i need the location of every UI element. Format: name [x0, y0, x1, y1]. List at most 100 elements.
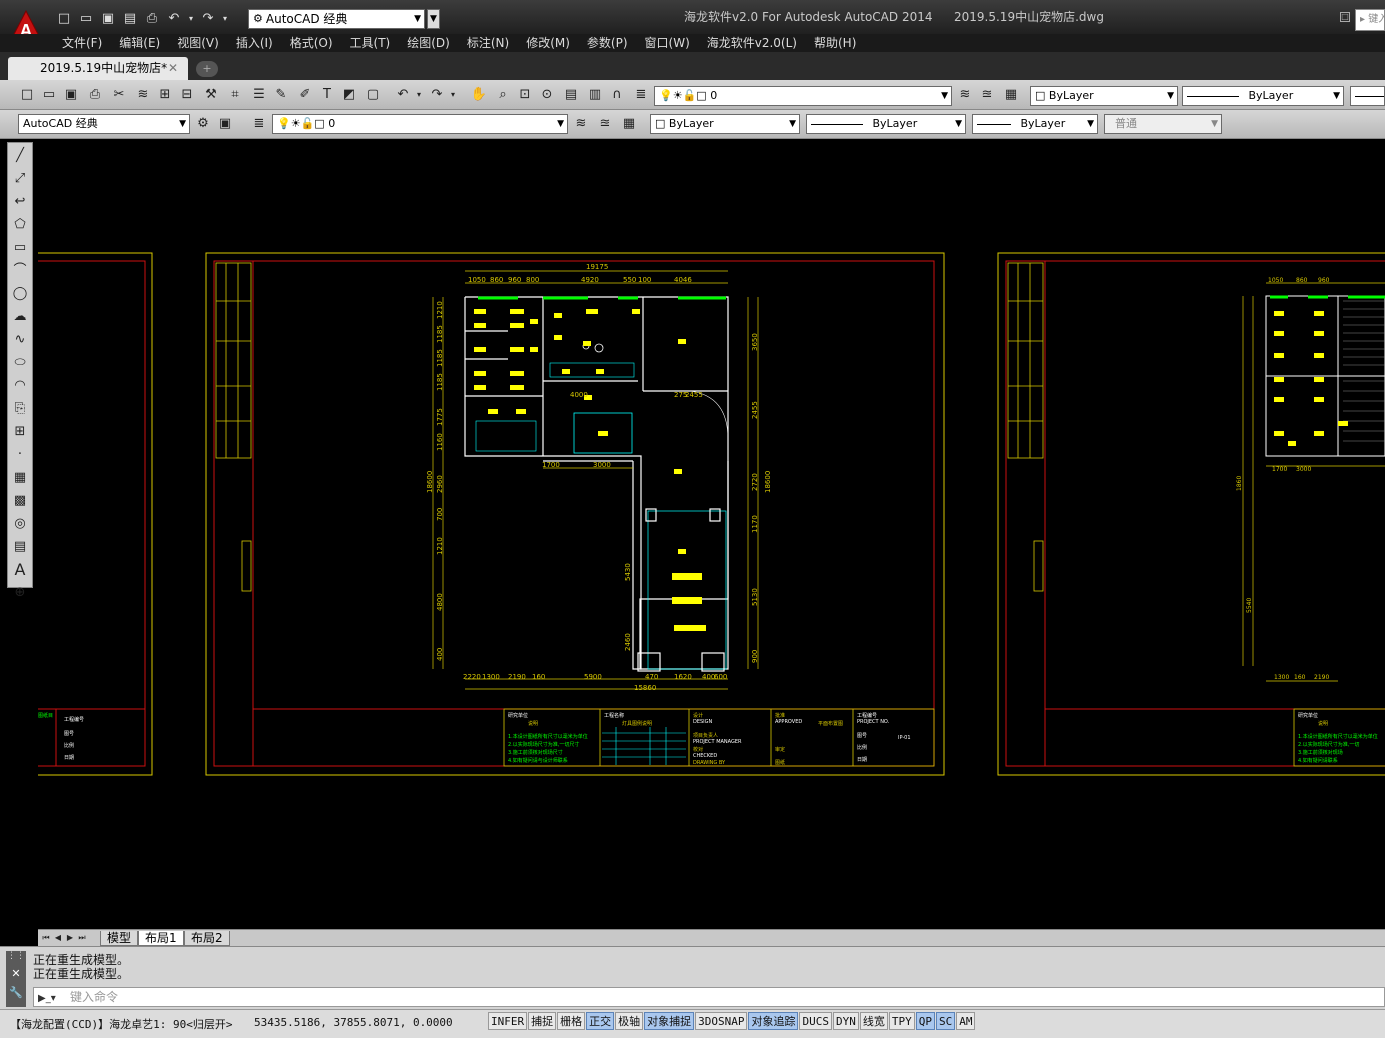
ellipse-icon[interactable]: ⬭ — [11, 354, 29, 372]
layer-properties-icon[interactable]: ≣ — [250, 115, 268, 133]
menu-item[interactable]: 工具(T) — [350, 34, 391, 52]
redo-dropdown-icon[interactable]: ▾ — [220, 8, 230, 28]
status-toggle[interactable]: 栅格 — [557, 1012, 586, 1030]
linetype-combo[interactable]: ByLayer ▼ — [1182, 86, 1344, 106]
cut-icon[interactable]: ✂ — [110, 86, 128, 104]
coordinate-readout[interactable]: 53435.5186, 37855.8071, 0.0000 — [254, 1016, 453, 1029]
color-combo[interactable]: □ ByLayer ▼ — [1030, 86, 1178, 106]
list-icon[interactable]: ☰ — [250, 86, 268, 104]
menu-item[interactable]: 窗口(W) — [645, 34, 690, 52]
menu-item[interactable]: 绘图(D) — [407, 34, 450, 52]
layer-state-icon[interactable]: ▦ — [620, 115, 638, 133]
command-prompt-icon[interactable]: ▶_▾ — [38, 990, 56, 1008]
customize-qat-button[interactable]: ▼ — [427, 9, 440, 29]
menu-item[interactable]: 参数(P) — [587, 34, 628, 52]
linetype-combo-2[interactable]: ByLayer ▼ — [806, 114, 966, 134]
new-icon[interactable]: □ — [18, 86, 36, 104]
tab-model[interactable]: 模型 — [100, 931, 139, 946]
status-toggle[interactable]: AM — [956, 1012, 976, 1030]
construction-line-icon[interactable]: ⤢ — [11, 170, 29, 188]
redo-dropdown-icon[interactable]: ▾ — [448, 86, 458, 104]
block-icon[interactable]: ⊞ — [156, 86, 174, 104]
text-style-icon[interactable]: T — [318, 86, 336, 104]
edit-icon[interactable]: ✎ — [272, 86, 290, 104]
workspace-settings-icon[interactable]: ▣ — [216, 115, 234, 133]
arc-icon[interactable]: ⌒ — [11, 262, 29, 280]
open-icon[interactable]: ▭ — [40, 86, 58, 104]
menu-item[interactable]: 修改(M) — [526, 34, 570, 52]
status-toggle[interactable]: 捕捉 — [528, 1012, 557, 1030]
lineweight-combo[interactable]: ByLayer ▼ — [972, 114, 1098, 134]
zoom-previous-icon[interactable]: ⊙ — [538, 86, 556, 104]
redo-icon[interactable]: ↷ — [428, 86, 446, 104]
undo-dropdown-icon[interactable]: ▾ — [414, 86, 424, 104]
table-icon[interactable]: ▤ — [11, 538, 29, 556]
zoom-icon[interactable]: ⌕ — [494, 86, 512, 104]
menu-item[interactable]: 标注(N) — [467, 34, 509, 52]
status-toggle[interactable]: 对象捕捉 — [644, 1012, 695, 1030]
layer-previous-icon[interactable]: ≊ — [596, 115, 614, 133]
command-input[interactable]: ▶_▾ 键入命令 — [33, 987, 1385, 1007]
saveas-icon[interactable]: ▤ — [120, 8, 140, 28]
match-icon[interactable]: ⚒ — [202, 86, 220, 104]
save-icon[interactable]: ▣ — [98, 8, 118, 28]
next-tab-icon[interactable]: ▶ — [65, 931, 75, 944]
zoom-window-icon[interactable]: ⊡ — [516, 86, 534, 104]
save-icon[interactable]: ▣ — [62, 86, 80, 104]
redo-icon[interactable]: ↷ — [198, 8, 218, 28]
status-toggle[interactable]: 正交 — [586, 1012, 615, 1030]
drawing-canvas[interactable]: 图纸目 工程编号 图号 比例 日期 研究单位 说明 1.本设计图纸所有尺寸以毫米… — [38, 141, 1385, 929]
menu-item[interactable]: 海龙软件v2.0(L) — [707, 34, 797, 52]
rectangle-icon[interactable]: ▭ — [11, 239, 29, 257]
workspace-combo-2[interactable]: AutoCAD 经典 ▼ — [18, 114, 190, 134]
multiline-text-icon[interactable]: A — [11, 561, 29, 579]
document-tab[interactable]: 2019.5.19中山宠物店* ✕ — [8, 57, 188, 80]
new-tab-button[interactable]: + — [196, 61, 218, 77]
last-tab-icon[interactable]: ⏭ — [77, 931, 87, 944]
status-toggle[interactable]: INFER — [488, 1012, 528, 1030]
status-toggle[interactable]: TPY — [888, 1012, 915, 1030]
command-line-grip[interactable]: ⋮⋮ ✕ 🔧 — [6, 951, 26, 1007]
new-icon[interactable]: □ — [54, 8, 74, 28]
frame-icon[interactable]: ▢ — [364, 86, 382, 104]
status-toggle[interactable]: 对象追踪 — [748, 1012, 799, 1030]
spline-icon[interactable]: ∿ — [11, 331, 29, 349]
design-center-icon[interactable]: ▥ — [586, 86, 604, 104]
hatch-icon[interactable]: ▦ — [11, 469, 29, 487]
menu-item[interactable]: 视图(V) — [177, 34, 219, 52]
undo-icon[interactable]: ↶ — [394, 86, 412, 104]
first-tab-icon[interactable]: ⏮ — [41, 931, 51, 944]
make-block-icon[interactable]: ⊞ — [11, 423, 29, 441]
menu-item[interactable]: 帮助(H) — [814, 34, 856, 52]
insert-block-icon[interactable]: ⎘ — [11, 400, 29, 418]
circle-icon[interactable]: ◯ — [11, 285, 29, 303]
plot-icon[interactable]: ⎙ — [86, 86, 104, 104]
tab-layout1[interactable]: 布局1 — [138, 931, 184, 946]
maximize-icon[interactable]: □ — [1340, 12, 1350, 22]
layer-previous-icon[interactable]: ≊ — [978, 86, 996, 104]
color-combo-2[interactable]: □ ByLayer ▼ — [650, 114, 800, 134]
tool-palettes-icon[interactable]: ∩ — [608, 86, 626, 104]
add-selected-icon[interactable]: ⊕ — [11, 584, 29, 602]
gradient-icon[interactable]: ▩ — [11, 492, 29, 510]
layer-state-icon[interactable]: ▦ — [1002, 86, 1020, 104]
search-input[interactable]: ▸ 键入关 — [1355, 9, 1385, 31]
close-icon[interactable]: ✕ — [168, 57, 178, 80]
plotstyle-combo[interactable]: 普通 ▼ — [1104, 114, 1222, 134]
region-icon[interactable]: ◎ — [11, 515, 29, 533]
make-current-icon[interactable]: ≋ — [956, 86, 974, 104]
menu-item[interactable]: 格式(O) — [290, 34, 333, 52]
status-toggle[interactable]: 3DOSNAP — [695, 1012, 748, 1030]
undo-dropdown-icon[interactable]: ▾ — [186, 8, 196, 28]
status-toggle[interactable]: SC — [935, 1012, 956, 1030]
properties-icon[interactable]: ▤ — [562, 86, 580, 104]
close-icon[interactable]: ✕ — [6, 967, 26, 980]
tab-layout2[interactable]: 布局2 — [184, 931, 230, 946]
fill-icon[interactable]: ◩ — [340, 86, 358, 104]
print-icon[interactable]: ⎙ — [142, 8, 162, 28]
menu-item[interactable]: 文件(F) — [62, 34, 102, 52]
workspace-combo[interactable]: ⚙ AutoCAD 经典 ▼ — [248, 9, 425, 29]
layer-combo[interactable]: 💡☀🔓□ 0 ▼ — [654, 86, 952, 106]
wrench-icon[interactable]: 🔧 — [6, 986, 26, 999]
undo-icon[interactable]: ↶ — [164, 8, 184, 28]
